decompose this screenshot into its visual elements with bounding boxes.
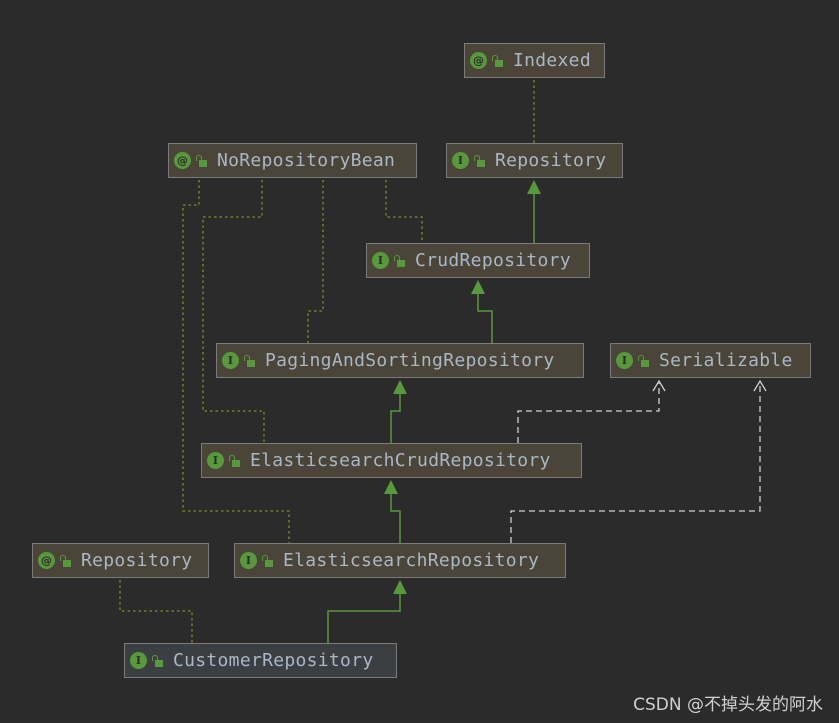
node-label: NoRepositoryBean xyxy=(217,150,396,171)
arrowhead-crud xyxy=(471,280,485,294)
public-lock-icon xyxy=(638,354,650,367)
watermark: CSDN @不掉头发的阿水 xyxy=(633,695,823,715)
interface-badge-icon: I xyxy=(222,352,239,369)
interface-badge-icon: I xyxy=(240,552,257,569)
public-lock-icon xyxy=(262,554,274,567)
public-lock-icon xyxy=(394,254,406,267)
interface-badge-icon: I xyxy=(616,352,633,369)
edge-paging-crud xyxy=(477,293,493,343)
arrowhead-escrud xyxy=(384,480,398,494)
node-serializable[interactable]: I Serializable xyxy=(610,343,811,378)
edge-crud-norepositorybean xyxy=(385,180,423,243)
node-label: ElasticsearchCrudRepository xyxy=(250,450,551,471)
node-label: Indexed xyxy=(513,50,591,71)
node-label: PagingAndSortingRepository xyxy=(265,350,555,371)
edge-escrud-norepositorybean xyxy=(202,180,265,443)
arrowhead-repository xyxy=(527,180,541,194)
node-elasticsearchcrudrepository[interactable]: I ElasticsearchCrudRepository xyxy=(201,443,582,478)
edge-customer-esrepo xyxy=(327,593,401,643)
public-lock-icon xyxy=(152,654,164,667)
public-lock-icon xyxy=(492,54,504,67)
public-lock-icon xyxy=(244,354,256,367)
annotation-badge-icon: @ xyxy=(470,52,487,69)
interface-badge-icon: I xyxy=(372,252,389,269)
node-indexed[interactable]: @ Indexed xyxy=(464,43,605,78)
public-lock-icon xyxy=(196,154,208,167)
node-label: ElasticsearchRepository xyxy=(283,550,540,571)
node-repository-interface[interactable]: I Repository xyxy=(446,143,623,178)
node-repository-annotation[interactable]: @ Repository xyxy=(32,543,209,578)
node-label: Repository xyxy=(81,550,193,571)
public-lock-icon xyxy=(229,454,241,467)
edge-escrud-paging xyxy=(390,393,401,443)
edge-customer-repositoryanno xyxy=(119,580,193,643)
node-elasticsearchrepository[interactable]: I ElasticsearchRepository xyxy=(234,543,566,578)
node-customerrepository[interactable]: I CustomerRepository xyxy=(124,643,397,678)
public-lock-icon xyxy=(474,154,486,167)
edge-paging-norepositorybean xyxy=(307,180,324,343)
annotation-badge-icon: @ xyxy=(38,552,55,569)
edge-esrepo-escrud xyxy=(390,493,401,543)
arrowhead-esrepo xyxy=(393,580,407,594)
public-lock-icon xyxy=(60,554,72,567)
annotation-badge-icon: @ xyxy=(174,152,191,169)
node-norepositorybean[interactable]: @ NoRepositoryBean xyxy=(168,143,417,178)
node-label: CrudRepository xyxy=(415,250,571,271)
arrowhead-paging xyxy=(393,380,407,394)
node-pagingandsortingrepository[interactable]: I PagingAndSortingRepository xyxy=(216,343,584,378)
interface-badge-icon: I xyxy=(452,152,469,169)
node-label: Serializable xyxy=(659,350,793,371)
node-label: CustomerRepository xyxy=(173,650,374,671)
interface-badge-icon: I xyxy=(130,652,147,669)
interface-badge-icon: I xyxy=(207,452,224,469)
node-crudrepository[interactable]: I CrudRepository xyxy=(366,243,590,278)
edge-escrud-serializable xyxy=(517,383,660,443)
node-label: Repository xyxy=(495,150,607,171)
